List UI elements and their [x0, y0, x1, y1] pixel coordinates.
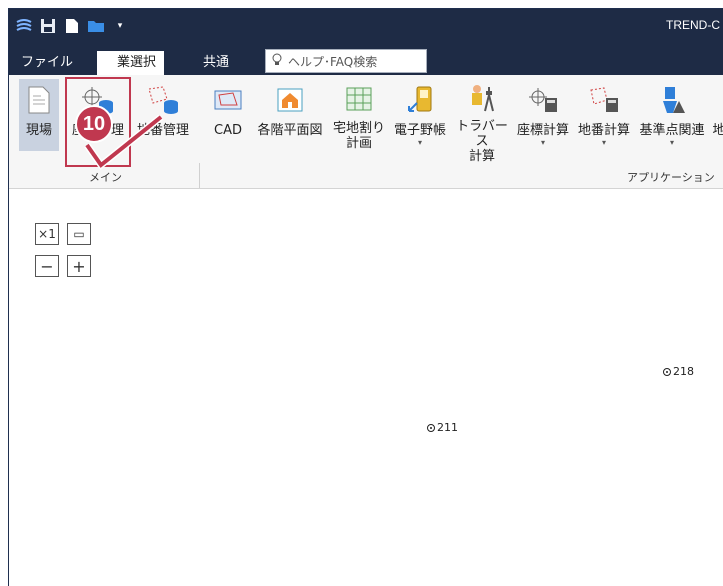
lot-calc-dropdown-icon[interactable]: ▾ — [602, 138, 606, 148]
floor-plan-label: 各階平面図 — [257, 123, 323, 138]
tab-file[interactable]: ファイル — [13, 51, 81, 75]
open-folder-icon[interactable] — [87, 17, 105, 35]
survey-point[interactable]: 218 — [663, 365, 694, 378]
lot-calc-button[interactable]: 地番計算 ▾ — [573, 79, 635, 151]
traverse-calc-label: トラバース 計算 — [456, 119, 508, 164]
point-marker-icon — [663, 367, 671, 376]
site-button-label: 現場 — [25, 123, 52, 138]
title-bar: ▾ TREND-C — [9, 9, 723, 45]
site-button[interactable]: 現場 — [19, 79, 59, 151]
traverse-calc-button[interactable]: トラバース 計算 — [451, 79, 513, 164]
ribbon: 現場 座標管理 地番管理 メイン CAD 各階 — [9, 75, 723, 189]
control-point-icon — [654, 83, 690, 117]
drawing-canvas[interactable]: ×1 ▭ − + 218 211 — [9, 189, 723, 586]
survey-point[interactable]: 211 — [427, 421, 458, 434]
lot-database-icon — [145, 83, 181, 117]
ribbon-tabs: ファイル 業選択 共通 ヘルプ･FAQ検索 — [9, 45, 723, 75]
point-marker-icon — [427, 423, 435, 432]
app-group-label: アプリケーション — [627, 171, 715, 184]
more-app-button[interactable]: 地 — [709, 79, 723, 151]
field-book-label: 電子野帳 — [393, 123, 446, 138]
lightbulb-icon — [272, 53, 282, 69]
save-icon[interactable] — [39, 17, 57, 35]
quick-access-toolbar: ▾ — [15, 17, 129, 35]
field-book-dropdown-icon[interactable]: ▾ — [418, 138, 422, 148]
document-icon — [21, 83, 57, 117]
zoom-fit-button[interactable]: ▭ — [67, 223, 91, 245]
lot-calc-label: 地番計算 — [577, 123, 630, 138]
lot-planning-label: 宅地割り 計画 — [332, 121, 385, 151]
help-search-box[interactable]: ヘルプ･FAQ検索 — [265, 49, 427, 73]
surveyor-icon — [464, 83, 500, 113]
group-separator — [199, 163, 200, 188]
coordinate-calc-button[interactable]: 座標計算 ▾ — [513, 79, 573, 151]
tab-work-select[interactable]: 業選択 — [97, 51, 165, 75]
control-point-dropdown-icon[interactable]: ▾ — [670, 138, 674, 148]
lot-grid-icon — [341, 83, 377, 115]
window-title: TREND-C — [666, 18, 720, 32]
coordinate-calc-dropdown-icon[interactable]: ▾ — [541, 138, 545, 148]
new-file-icon[interactable] — [63, 17, 81, 35]
search-placeholder: ヘルプ･FAQ検索 — [288, 54, 378, 69]
more-app-label: 地 — [712, 123, 723, 138]
control-point-button[interactable]: 基準点関連 ▾ — [635, 79, 709, 151]
lot-calc-icon — [586, 83, 622, 117]
point-label: 211 — [437, 421, 458, 434]
coordinate-calc-icon — [525, 83, 561, 117]
cad-label: CAD — [214, 123, 242, 138]
app-window: ▾ TREND-C ファイル 業選択 共通 ヘルプ･FAQ検索 現場 座標管理 — [8, 8, 723, 586]
zoom-out-button[interactable]: − — [35, 255, 59, 277]
zoom-in-button[interactable]: + — [67, 255, 91, 277]
check-mark-icon — [84, 115, 164, 171]
floor-plan-button[interactable]: 各階平面図 — [253, 79, 327, 151]
coordinate-calc-label: 座標計算 — [516, 123, 569, 138]
zoom-actual-button[interactable]: ×1 — [35, 223, 59, 245]
app-logo-icon[interactable] — [15, 17, 33, 35]
tab-common[interactable]: 共通 — [195, 51, 237, 75]
point-label: 218 — [673, 365, 694, 378]
more-app-icon — [709, 83, 723, 117]
control-point-label: 基準点関連 — [639, 123, 705, 138]
field-book-button[interactable]: 電子野帳 ▾ — [389, 79, 451, 151]
cad-icon — [210, 83, 246, 117]
field-book-icon — [402, 83, 438, 117]
customize-dropdown-icon[interactable]: ▾ — [111, 17, 129, 35]
house-icon — [272, 83, 308, 117]
cad-button[interactable]: CAD — [209, 79, 247, 151]
lot-planning-button[interactable]: 宅地割り 計画 — [331, 79, 387, 151]
